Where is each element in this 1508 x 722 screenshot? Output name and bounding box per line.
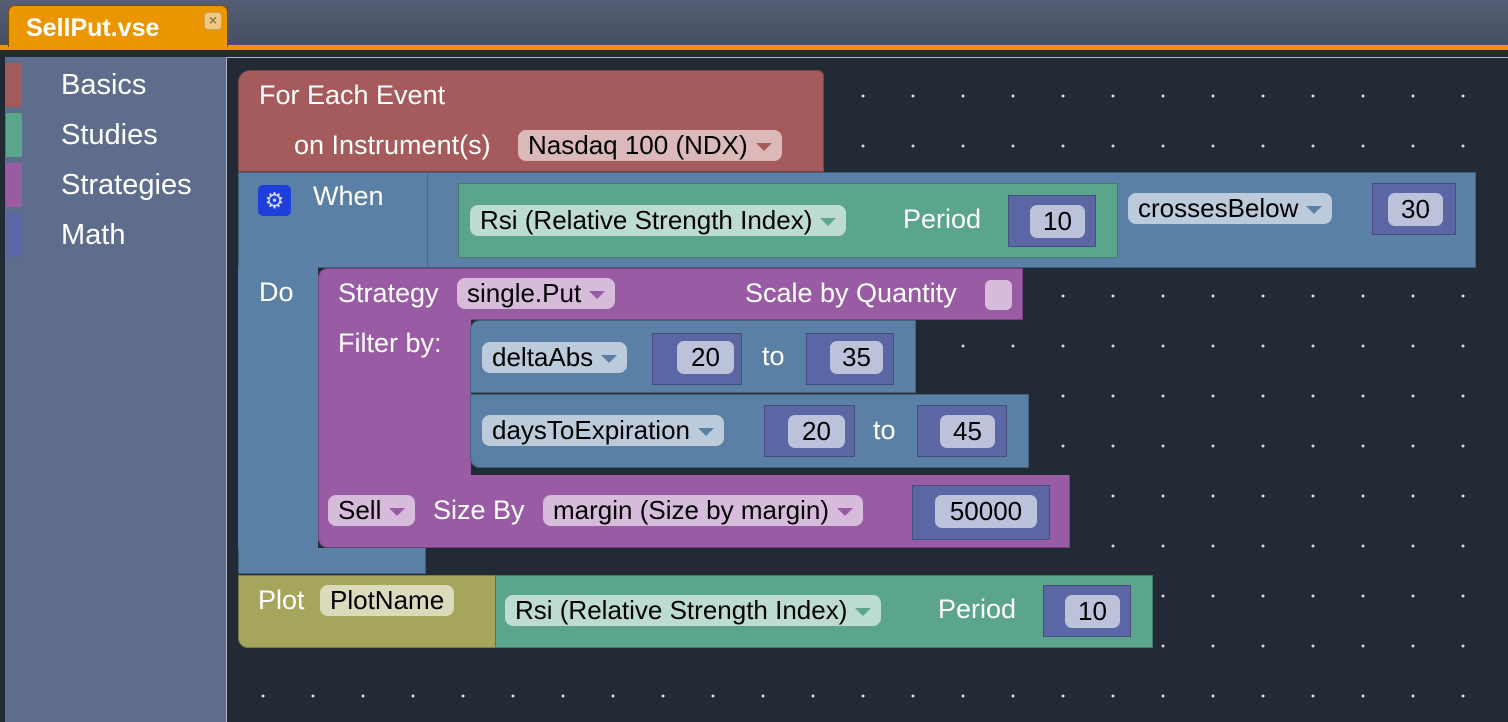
to-label: to — [873, 415, 896, 445]
instrument-dropdown[interactable]: Nasdaq 100 (NDX) — [518, 130, 782, 161]
input-divider — [427, 172, 428, 268]
category-color-swatch — [6, 213, 22, 257]
filter-field-dropdown[interactable]: daysToExpiration — [482, 415, 724, 446]
strategy-dropdown[interactable]: single.Put — [457, 278, 616, 309]
category-color-swatch — [6, 113, 22, 157]
filter-to-field[interactable]: 45 — [940, 415, 995, 448]
period-field[interactable]: 10 — [1030, 205, 1085, 238]
scale-label: Scale by Quantity — [745, 278, 957, 308]
operator-dropdown[interactable]: crossesBelow — [1128, 193, 1333, 224]
category-color-swatch — [6, 63, 22, 107]
tab-sellput[interactable]: SellPut.vse × — [8, 5, 228, 47]
instrument-label: on Instrument(s) — [294, 130, 491, 160]
category-color-swatch — [6, 163, 22, 207]
size-by-label: Size By — [433, 495, 525, 525]
period-label: Period — [903, 204, 982, 234]
dropdown-arrow-icon — [836, 508, 853, 517]
category-label: Basics — [61, 69, 147, 101]
size-method-value: margin (Size by margin) — [553, 495, 829, 525]
tab-title: SellPut.vse — [26, 14, 160, 42]
dropdown-arrow-icon — [755, 143, 772, 152]
instrument-value: Nasdaq 100 (NDX) — [528, 130, 748, 160]
study-value: Rsi (Relative Strength Index) — [480, 205, 813, 235]
strategy-label: Strategy — [338, 278, 439, 308]
scale-checkbox[interactable] — [985, 280, 1012, 310]
filter-to-field[interactable]: 35 — [830, 341, 883, 374]
dropdown-arrow-icon — [601, 355, 618, 364]
dropdown-arrow-icon — [820, 218, 837, 227]
filter-field-dropdown[interactable]: deltaAbs — [482, 342, 628, 373]
study-dropdown[interactable]: Rsi (Relative Strength Index) — [505, 595, 882, 626]
filter-field-value: deltaAbs — [492, 342, 594, 372]
to-label: to — [762, 341, 785, 371]
filter-from-field[interactable]: 20 — [788, 415, 845, 448]
category-label: Math — [61, 219, 126, 251]
category-label: Studies — [61, 119, 158, 151]
action-dropdown[interactable]: Sell — [328, 495, 416, 526]
dropdown-arrow-icon — [698, 428, 714, 437]
dropdown-arrow-icon — [1306, 206, 1323, 215]
category-math[interactable]: Math — [5, 213, 226, 257]
category-strategies[interactable]: Strategies — [5, 163, 226, 207]
dropdown-arrow-icon — [589, 291, 606, 300]
study-dropdown[interactable]: Rsi (Relative Strength Index) — [470, 205, 847, 236]
close-icon[interactable]: × — [204, 12, 222, 30]
do-label: Do — [259, 277, 294, 307]
operator-value: crossesBelow — [1138, 193, 1299, 223]
size-method-dropdown[interactable]: margin (Size by margin) — [543, 495, 863, 526]
study-value: Rsi (Relative Strength Index) — [515, 595, 848, 625]
toolbox-sidebar: Basics Studies Strategies Math — [5, 57, 226, 722]
dropdown-arrow-icon — [389, 508, 406, 517]
plot-label: Plot — [258, 585, 305, 615]
filter-field-value: daysToExpiration — [492, 415, 690, 445]
period-field[interactable]: 10 — [1065, 595, 1120, 628]
gear-icon[interactable]: ⚙ — [258, 185, 291, 216]
category-studies[interactable]: Studies — [5, 113, 226, 157]
dropdown-arrow-icon — [855, 608, 872, 617]
period-label: Period — [938, 594, 1017, 624]
plot-name-field[interactable]: PlotName — [320, 585, 455, 616]
filter-label: Filter by: — [338, 328, 442, 358]
when-block-bottom — [238, 548, 426, 574]
category-label: Strategies — [61, 169, 192, 201]
when-do-spine — [238, 267, 318, 573]
for-each-title: For Each Event — [259, 80, 446, 110]
size-value-field[interactable]: 50000 — [935, 495, 1037, 528]
filter-from-field[interactable]: 20 — [677, 341, 734, 374]
action-value: Sell — [338, 495, 382, 525]
category-basics[interactable]: Basics — [5, 63, 226, 107]
strategy-value: single.Put — [467, 278, 582, 308]
threshold-field[interactable]: 30 — [1388, 193, 1443, 226]
when-label: When — [313, 181, 384, 211]
